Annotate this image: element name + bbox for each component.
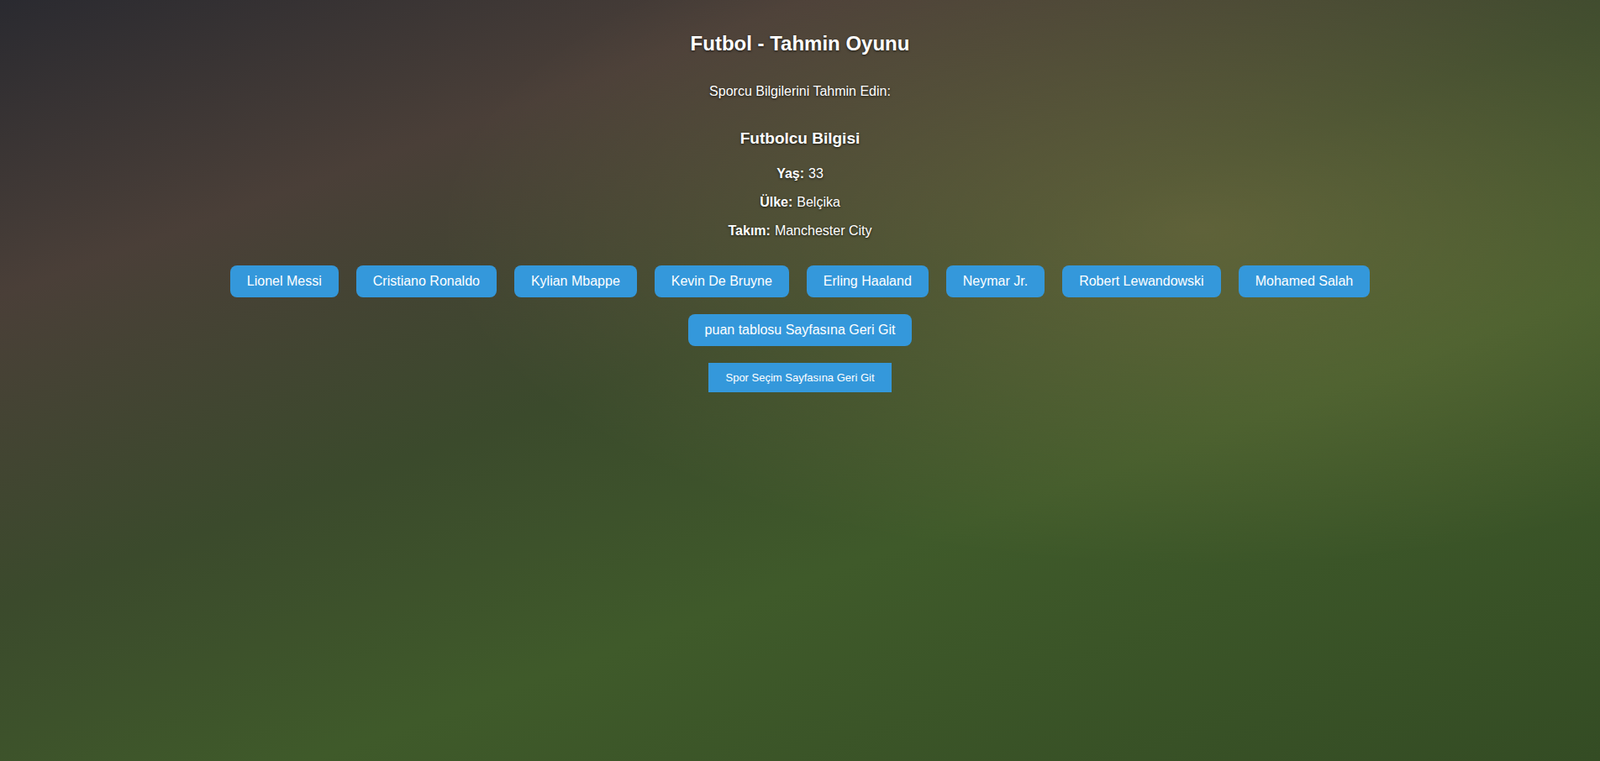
info-heading: Futbolcu Bilgisi: [740, 129, 861, 148]
info-value: 33: [808, 159, 824, 189]
option-button[interactable]: Erling Haaland: [806, 265, 929, 298]
options-row: Lionel Messi Cristiano Ronaldo Kylian Mbap…: [230, 265, 1370, 298]
option-button[interactable]: Mohamed Salah: [1238, 265, 1371, 298]
prompt: Sporcu Bilgilerini Tahmin Edin:: [709, 84, 891, 100]
nav-buttons: puan tablosu Sayfasına Geri Git Spor Seçi…: [688, 314, 913, 393]
nav-button[interactable]: puan tablosu Sayfasına Geri Git: [688, 314, 913, 347]
option-button[interactable]: Kylian Mbappe: [514, 265, 637, 298]
info-value: Manchester City: [774, 216, 873, 246]
player-info: Futbolcu BilgisiYaş:33Ülke:BelçikaTakım:…: [728, 129, 873, 246]
info-label: Takım:: [728, 216, 771, 246]
option-button[interactable]: Robert Lewandowski: [1062, 265, 1222, 298]
info-label: Ülke:: [759, 188, 793, 217]
option-button[interactable]: Kevin De Bruyne: [654, 265, 790, 298]
info-value: Belçika: [796, 188, 841, 217]
info-label: Yaş:: [776, 159, 805, 189]
content: Futbol - Tahmin Oyunu Sporcu Bilgilerini …: [0, 0, 1600, 393]
info-line: Ülke:Belçika: [759, 188, 841, 217]
option-button[interactable]: Neymar Jr.: [946, 265, 1045, 298]
option-button[interactable]: Cristiano Ronaldo: [356, 265, 497, 298]
option-button[interactable]: Lionel Messi: [230, 265, 339, 298]
game-page: Futbol - Tahmin Oyunu Sporcu Bilgilerini …: [0, 0, 1600, 761]
info-line: Takım:Manchester City: [728, 216, 873, 246]
nav-button[interactable]: Spor Seçim Sayfasına Geri Git: [708, 363, 891, 393]
page-title: Futbol - Tahmin Oyunu: [690, 31, 911, 56]
info-line: Yaş:33: [776, 159, 824, 189]
